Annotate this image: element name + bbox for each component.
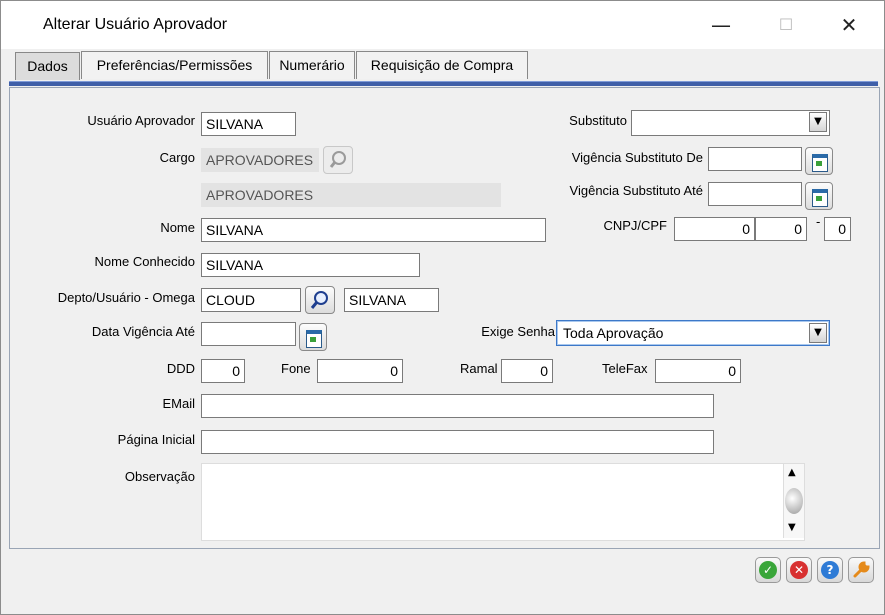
cargo-label: Cargo	[159, 150, 195, 165]
usuario-omega-input[interactable]: SILVANA	[344, 288, 439, 312]
substituto-label: Substituto	[569, 113, 627, 128]
nome-label: Nome	[160, 220, 195, 235]
depto-search-button[interactable]	[305, 286, 335, 314]
tab-requisicao-de-compra[interactable]: Requisição de Compra	[356, 51, 528, 79]
window-title: Alterar Usuário Aprovador	[43, 16, 228, 33]
substituto-select[interactable]	[631, 110, 830, 136]
vigencia-substituto-de-label: Vigência Substituto De	[571, 150, 703, 165]
data-vigencia-ate-input[interactable]	[201, 322, 296, 346]
chevron-down-icon[interactable]: ▼	[809, 112, 827, 132]
search-icon	[329, 151, 346, 168]
close-button[interactable]: ✕	[829, 9, 869, 41]
telefax-input[interactable]: 0	[655, 359, 741, 383]
telefax-label: TeleFax	[602, 361, 648, 376]
exige-senha-label: Exige Senha	[481, 324, 555, 339]
title-bar: Alterar Usuário Aprovador — ☐ ✕	[1, 1, 884, 49]
observacao-textarea[interactable]	[201, 463, 805, 541]
maximize-button[interactable]: ☐	[766, 9, 806, 41]
vigencia-de-calendar-button[interactable]	[805, 147, 833, 175]
data-vigencia-ate-label: Data Vigência Até	[91, 324, 195, 339]
pagina-inicial-input[interactable]	[201, 430, 714, 454]
help-button[interactable]: ?	[817, 557, 843, 583]
vigencia-substituto-de-input[interactable]	[708, 147, 802, 171]
ok-button[interactable]: ✓	[755, 557, 781, 583]
depto-input[interactable]: CLOUD	[201, 288, 301, 312]
vigencia-substituto-ate-input[interactable]	[708, 182, 802, 206]
check-icon: ✓	[759, 561, 777, 579]
tab-preferencias-permissoes[interactable]: Preferências/Permissões	[81, 51, 268, 79]
usuario-aprovador-label: Usuário Aprovador	[87, 113, 195, 128]
cancel-button[interactable]: ✕	[786, 557, 812, 583]
vigencia-substituto-ate-label: Vigência Substituto Até	[569, 183, 703, 198]
tab-underline	[9, 81, 878, 86]
cnpj-part3-input[interactable]: 0	[824, 217, 851, 241]
search-icon	[310, 291, 328, 309]
cnpj-separator: -	[816, 214, 821, 229]
pagina-inicial-label: Página Inicial	[117, 432, 195, 447]
wrench-icon	[853, 561, 870, 578]
exige-senha-select[interactable]: Toda Aprovação	[556, 320, 830, 346]
tools-button[interactable]	[848, 557, 874, 583]
fone-label: Fone	[281, 361, 311, 376]
tab-dados[interactable]: Dados	[15, 52, 80, 80]
vigencia-ate-calendar-button[interactable]	[805, 182, 833, 210]
ramal-input[interactable]: 0	[501, 359, 553, 383]
usuario-aprovador-input[interactable]: SILVANA	[201, 112, 296, 136]
depto-usuario-omega-label: Depto/Usuário - Omega	[57, 290, 195, 305]
data-vigencia-calendar-button[interactable]	[299, 323, 327, 351]
ddd-label: DDD	[166, 361, 195, 376]
fone-input[interactable]: 0	[317, 359, 403, 383]
minimize-button[interactable]: —	[701, 9, 741, 41]
chevron-down-icon[interactable]: ▼	[809, 323, 827, 343]
cargo-description: APROVADORES	[201, 183, 501, 207]
cnpj-part1-input[interactable]: 0	[674, 217, 755, 241]
scroll-down-arrow-icon[interactable]: ▼	[788, 522, 796, 533]
cancel-icon: ✕	[790, 561, 808, 579]
nome-conhecido-label: Nome Conhecido	[94, 254, 195, 269]
nome-conhecido-input[interactable]: SILVANA	[201, 253, 420, 277]
cargo-input[interactable]: APROVADORES	[201, 148, 319, 172]
cargo-search-button[interactable]	[323, 146, 353, 174]
dialog-window: Alterar Usuário Aprovador — ☐ ✕ Dados Pr…	[0, 0, 885, 615]
tab-numerario[interactable]: Numerário	[269, 51, 355, 79]
observacao-label: Observação	[124, 469, 195, 484]
email-label: EMail	[162, 396, 195, 411]
scroll-thumb[interactable]	[785, 488, 803, 514]
help-icon: ?	[821, 561, 839, 579]
observacao-scrollbar[interactable]: ▲ ▼	[783, 464, 804, 538]
nome-input[interactable]: SILVANA	[201, 218, 546, 242]
scroll-up-arrow-icon[interactable]: ▲	[788, 467, 796, 478]
ddd-input[interactable]: 0	[201, 359, 245, 383]
cnpj-cpf-label: CNPJ/CPF	[603, 218, 667, 233]
email-input[interactable]	[201, 394, 714, 418]
cnpj-part2-input[interactable]: 0	[755, 217, 807, 241]
ramal-label: Ramal	[460, 361, 498, 376]
